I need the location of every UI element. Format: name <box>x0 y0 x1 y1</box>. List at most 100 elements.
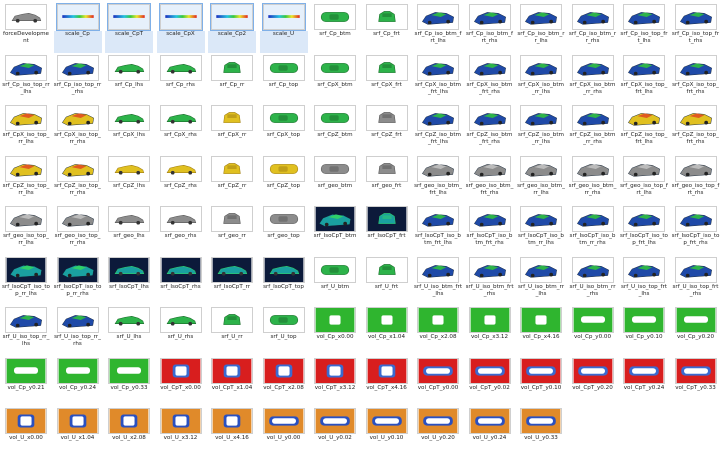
thumbnail-item[interactable]: vol_Cp_x0.00 <box>311 305 359 355</box>
thumbnail-item[interactable]: srf_CpX_top <box>260 103 308 153</box>
thumbnail-item[interactable]: srf_U_rr <box>208 305 256 355</box>
thumbnail-item[interactable]: srf_IsoCpT_iso_btm_rr_lhs <box>517 204 565 254</box>
thumbnail-item[interactable]: vol_U_y0.02 <box>311 406 359 456</box>
thumbnail-item[interactable]: vol_U_x4.16 <box>208 406 256 456</box>
thumbnail-item[interactable]: srf_geo_frt <box>363 154 411 204</box>
thumbnail-item[interactable]: srf_IsoCpT_iso_top_frt_lhs <box>620 204 668 254</box>
thumbnail-item[interactable]: srf_geo_top <box>260 204 308 254</box>
thumbnail-item[interactable]: srf_IsoCpT_frt <box>363 204 411 254</box>
thumbnail-item[interactable]: srf_geo_rhs <box>157 204 205 254</box>
thumbnail-item[interactable]: vol_Cp_x4.16 <box>517 305 565 355</box>
thumbnail-item[interactable]: forceDevelopment <box>2 2 50 52</box>
thumbnail-item[interactable]: srf_Cp_iso_top_frt_lhs <box>620 2 668 52</box>
thumbnail-item[interactable]: srf_geo_iso_top_frt_rhs <box>672 154 720 204</box>
thumbnail-item[interactable]: srf_Cp_iso_top_frt_rhs <box>672 2 720 52</box>
thumbnail-item[interactable]: vol_U_x0.00 <box>2 406 50 456</box>
thumbnail-item[interactable]: vol_Cp_y0.20 <box>672 305 720 355</box>
thumbnail-item[interactable]: vol_Cp_y0.21 <box>2 356 50 406</box>
thumbnail-item[interactable]: vol_CpT_x3.12 <box>311 356 359 406</box>
thumbnail-item[interactable]: vol_CpT_y0.24 <box>620 356 668 406</box>
thumbnail-item[interactable]: vol_Cp_x2.08 <box>414 305 462 355</box>
thumbnail-item[interactable]: srf_Cp_iso_btm_rr_rhs <box>569 2 617 52</box>
thumbnail-item[interactable]: srf_U_iso_btm_frt_rhs <box>466 255 514 305</box>
thumbnail-item[interactable]: scale_CpX <box>156 2 205 53</box>
thumbnail-item[interactable]: srf_Cp_iso_top_rr_rhs <box>54 53 102 103</box>
thumbnail-item[interactable]: srf_Cp_iso_btm_frt_lhs <box>414 2 462 52</box>
thumbnail-item[interactable]: vol_U_y0.24 <box>466 406 514 456</box>
thumbnail-item[interactable]: srf_Cp_frt <box>363 2 411 52</box>
thumbnail-item[interactable]: srf_CpX_iso_top_frt_rhs <box>672 53 720 103</box>
thumbnail-item[interactable]: vol_Cp_x1.04 <box>363 305 411 355</box>
thumbnail-item[interactable]: srf_CpZ_lhs <box>105 154 153 204</box>
thumbnail-item[interactable]: srf_Cp_iso_top_rr_lhs <box>2 53 50 103</box>
thumbnail-item[interactable]: srf_IsoCpT_btm <box>311 204 359 254</box>
thumbnail-item[interactable]: vol_CpT_y0.02 <box>466 356 514 406</box>
thumbnail-item[interactable]: srf_geo_iso_btm_rr_rhs <box>569 154 617 204</box>
thumbnail-item[interactable]: srf_Cp_btm <box>311 2 359 52</box>
thumbnail-item[interactable]: scale_CpT <box>105 2 153 53</box>
thumbnail-item[interactable]: srf_CpX_rhs <box>157 103 205 153</box>
thumbnail-item[interactable]: srf_CpZ_rr <box>208 154 256 204</box>
thumbnail-item[interactable]: srf_IsoCpT_rr <box>208 255 256 305</box>
thumbnail-item[interactable]: srf_CpZ_iso_top_rr_rhs <box>54 154 102 204</box>
thumbnail-item[interactable]: srf_U_rhs <box>157 305 205 355</box>
thumbnail-item[interactable]: vol_Cp_y0.10 <box>620 305 668 355</box>
thumbnail-item[interactable]: srf_CpX_iso_btm_rr_rhs <box>569 53 617 103</box>
thumbnail-item[interactable]: vol_CpT_y0.20 <box>569 356 617 406</box>
thumbnail-item[interactable]: srf_CpZ_iso_btm_rr_rhs <box>569 103 617 153</box>
thumbnail-item[interactable]: vol_U_y0.10 <box>363 406 411 456</box>
thumbnail-item[interactable]: scale_Cp <box>53 2 102 53</box>
thumbnail-item[interactable]: srf_CpX_iso_top_frt_lhs <box>620 53 668 103</box>
thumbnail-item[interactable]: srf_IsoCpT_iso_top_rr_lhs <box>2 255 50 305</box>
thumbnail-item[interactable]: vol_U_x2.08 <box>105 406 153 456</box>
thumbnail-item[interactable]: srf_U_iso_btm_rr_lhs <box>517 255 565 305</box>
thumbnail-item[interactable]: vol_CpT_x2.08 <box>260 356 308 406</box>
thumbnail-item[interactable]: srf_Cp_rr <box>208 53 256 103</box>
thumbnail-item[interactable]: srf_CpZ_iso_btm_frt_lhs <box>414 103 462 153</box>
thumbnail-item[interactable]: scale_U <box>259 2 308 53</box>
thumbnail-item[interactable]: vol_U_x1.04 <box>54 406 102 456</box>
thumbnail-item[interactable]: srf_IsoCpT_iso_top_frt_rhs <box>672 204 720 254</box>
thumbnail-item[interactable]: srf_IsoCpT_iso_top_rr_rhs <box>54 255 102 305</box>
thumbnail-item[interactable]: srf_CpZ_iso_btm_frt_rhs <box>466 103 514 153</box>
thumbnail-item[interactable]: vol_Cp_y0.33 <box>105 356 153 406</box>
thumbnail-item[interactable]: srf_U_iso_top_frt_lhs <box>620 255 668 305</box>
thumbnail-item[interactable]: vol_U_y0.33 <box>517 406 565 456</box>
thumbnail-item[interactable]: vol_U_x3.12 <box>157 406 205 456</box>
thumbnail-item[interactable]: srf_geo_iso_top_rr_rhs <box>54 204 102 254</box>
thumbnail-item[interactable]: vol_U_y0.00 <box>260 406 308 456</box>
thumbnail-item[interactable]: srf_geo_btm <box>311 154 359 204</box>
thumbnail-item[interactable]: srf_CpZ_top <box>260 154 308 204</box>
thumbnail-item[interactable]: srf_CpZ_iso_btm_rr_lhs <box>517 103 565 153</box>
thumbnail-item[interactable]: vol_CpT_x0.00 <box>157 356 205 406</box>
thumbnail-item[interactable]: srf_IsoCpT_lhs <box>105 255 153 305</box>
thumbnail-item[interactable]: srf_U_frt <box>363 255 411 305</box>
thumbnail-item[interactable]: srf_U_top <box>260 305 308 355</box>
thumbnail-item[interactable]: srf_geo_iso_top_frt_lhs <box>620 154 668 204</box>
thumbnail-item[interactable]: scale_Cp2 <box>208 2 256 53</box>
thumbnail-item[interactable]: srf_geo_lhs <box>105 204 153 254</box>
thumbnail-item[interactable]: vol_CpT_x1.04 <box>208 356 256 406</box>
thumbnail-item[interactable]: srf_U_lhs <box>105 305 153 355</box>
thumbnail-item[interactable]: vol_CpT_y0.10 <box>517 356 565 406</box>
thumbnail-item[interactable]: srf_CpZ_frt <box>363 103 411 153</box>
thumbnail-item[interactable]: srf_CpZ_btm <box>311 103 359 153</box>
thumbnail-item[interactable]: srf_CpX_iso_top_rr_rhs <box>54 103 102 153</box>
thumbnail-item[interactable]: srf_Cp_iso_btm_frt_rhs <box>466 2 514 52</box>
thumbnail-item[interactable]: srf_CpZ_iso_top_frt_rhs <box>672 103 720 153</box>
thumbnail-item[interactable]: vol_U_y0.20 <box>414 406 462 456</box>
thumbnail-item[interactable]: srf_geo_iso_btm_frt_rhs <box>466 154 514 204</box>
thumbnail-item[interactable]: srf_IsoCpT_iso_btm_rr_rhs <box>569 204 617 254</box>
thumbnail-item[interactable]: srf_U_iso_top_rr_lhs <box>2 305 50 355</box>
thumbnail-item[interactable]: vol_CpT_y0.33 <box>672 356 720 406</box>
thumbnail-item[interactable]: srf_U_iso_top_frt_rhs <box>672 255 720 305</box>
thumbnail-item[interactable]: srf_Cp_top <box>260 53 308 103</box>
thumbnail-item[interactable]: srf_IsoCpT_rhs <box>157 255 205 305</box>
thumbnail-item[interactable]: srf_CpZ_rhs <box>157 154 205 204</box>
thumbnail-item[interactable]: srf_Cp_rhs <box>157 53 205 103</box>
thumbnail-item[interactable]: srf_CpX_iso_top_rr_lhs <box>2 103 50 153</box>
thumbnail-item[interactable]: srf_CpX_iso_btm_rr_lhs <box>517 53 565 103</box>
thumbnail-item[interactable]: srf_geo_iso_top_rr_lhs <box>2 204 50 254</box>
thumbnail-item[interactable]: srf_IsoCpT_top <box>260 255 308 305</box>
thumbnail-item[interactable]: vol_CpT_y0.00 <box>414 356 462 406</box>
